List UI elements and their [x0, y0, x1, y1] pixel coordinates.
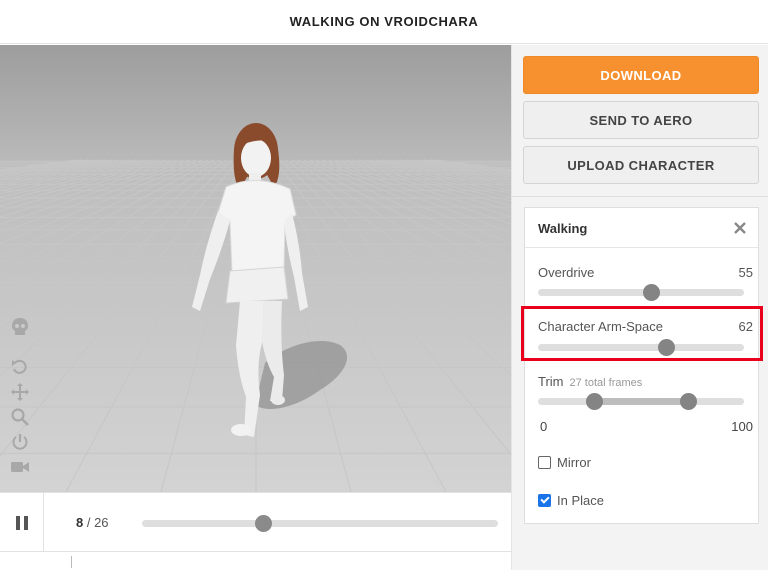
download-button[interactable]: DOWNLOAD	[523, 56, 759, 94]
timeline-scrubber[interactable]	[142, 515, 498, 532]
mixamo-app: WALKING ON VROIDCHARA 8 / 26 DOWNLOAD SE…	[0, 0, 768, 570]
mirror-checkbox-row[interactable]: Mirror	[538, 455, 591, 470]
trim-min-label: 0	[540, 419, 548, 434]
mirror-label: Mirror	[557, 455, 591, 470]
trim-frames-note: 27 total frames	[569, 377, 643, 389]
trim-end-knob[interactable]	[680, 393, 698, 410]
overdrive-label: Overdrive	[538, 265, 595, 280]
move-icon[interactable]	[10, 382, 30, 402]
3d-viewport[interactable]	[0, 45, 511, 492]
arm-space-value: 62	[738, 319, 753, 334]
pause-button[interactable]	[0, 493, 44, 552]
in-place-checkbox[interactable]	[538, 494, 551, 507]
scene-render	[0, 45, 511, 492]
overdrive-value: 55	[738, 265, 753, 280]
frame-separator: /	[83, 515, 95, 530]
trim-max-label: 100	[731, 419, 753, 434]
overdrive-slider[interactable]	[538, 284, 744, 301]
in-place-label: In Place	[557, 493, 604, 508]
trim-label-row: Trim 27 total frames	[538, 374, 642, 389]
frame-counter: 8 / 26	[76, 515, 109, 530]
trim-label: Trim	[538, 374, 564, 389]
footer-divider	[71, 556, 72, 568]
total-frames: 26	[94, 515, 109, 530]
close-icon[interactable]	[732, 220, 748, 236]
skull-icon[interactable]	[10, 317, 30, 337]
page-title: WALKING ON VROIDCHARA	[289, 14, 479, 29]
arm-space-slider-knob[interactable]	[657, 339, 675, 356]
zoom-icon[interactable]	[10, 407, 30, 427]
overdrive-slider-knob[interactable]	[643, 284, 661, 301]
reset-rotation-icon[interactable]	[10, 357, 30, 377]
playback-bar: 8 / 26	[0, 492, 511, 552]
power-icon[interactable]	[10, 432, 30, 452]
card-header: Walking	[525, 208, 758, 248]
camera-icon[interactable]	[10, 457, 30, 477]
trim-start-knob[interactable]	[585, 393, 603, 410]
in-place-checkbox-row[interactable]: In Place	[538, 493, 604, 508]
viewport-tools	[10, 317, 32, 482]
trim-range-slider[interactable]	[538, 393, 744, 410]
mirror-checkbox[interactable]	[538, 456, 551, 469]
settings-panel: DOWNLOAD SEND TO AERO UPLOAD CHARACTER W…	[511, 45, 768, 570]
animation-name: Walking	[538, 221, 588, 236]
pause-icon	[23, 515, 28, 530]
animation-settings-card: Walking Overdrive 55 Character Arm-Space…	[524, 207, 759, 524]
arm-space-slider[interactable]	[538, 339, 744, 356]
title-bar: WALKING ON VROIDCHARA	[0, 0, 768, 44]
footer-strip	[0, 552, 511, 570]
send-to-aero-button[interactable]: SEND TO AERO	[523, 101, 759, 139]
trim-range-fill	[593, 398, 689, 405]
pause-icon	[15, 515, 20, 530]
upload-character-button[interactable]: UPLOAD CHARACTER	[523, 146, 759, 184]
panel-divider	[512, 196, 768, 197]
arm-space-label: Character Arm-Space	[538, 319, 663, 334]
timeline-knob[interactable]	[255, 515, 273, 532]
